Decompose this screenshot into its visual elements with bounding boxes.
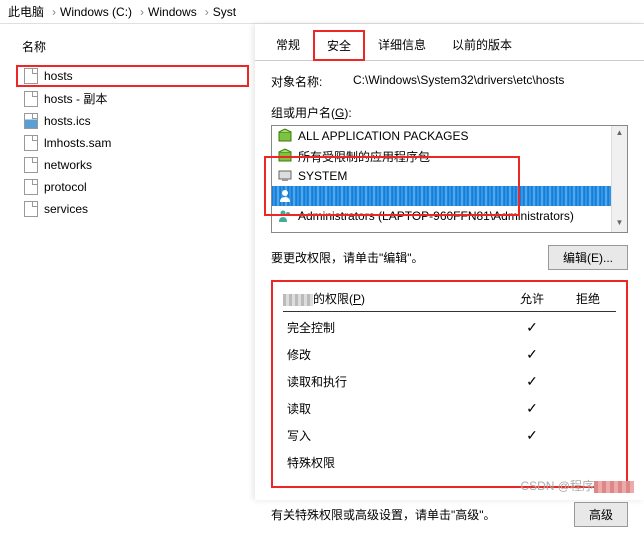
check-icon: ✓ xyxy=(504,400,560,417)
breadcrumb[interactable]: 此电脑 › Windows (C:) › Windows › Syst xyxy=(0,0,644,24)
system-icon xyxy=(276,168,294,184)
perm-row: 读取和执行✓ xyxy=(283,368,616,395)
chevron-right-icon: › xyxy=(140,5,144,19)
file-icon xyxy=(24,91,38,107)
file-item[interactable]: services xyxy=(16,198,249,220)
check-icon: ✓ xyxy=(504,346,560,363)
tab-general[interactable]: 常规 xyxy=(263,30,313,60)
tabs: 常规 安全 详细信息 以前的版本 xyxy=(255,24,644,61)
check-icon: ✓ xyxy=(504,319,560,336)
file-name: hosts.ics xyxy=(44,114,91,128)
perm-row: 读取✓ xyxy=(283,395,616,422)
scroll-down-icon[interactable]: ▼ xyxy=(612,216,627,232)
breadcrumb-item[interactable]: Syst xyxy=(213,5,236,19)
package-icon xyxy=(276,128,294,144)
chevron-right-icon: › xyxy=(205,5,209,19)
properties-panel: 常规 安全 详细信息 以前的版本 对象名称: C:\Windows\System… xyxy=(255,24,644,500)
file-name: networks xyxy=(44,158,92,172)
group-label: Administrators (LAPTOP-960FFN81\Administ… xyxy=(298,209,574,223)
file-tree-panel: 名称 hosts hosts - 副本 hosts.ics lmhosts.sa… xyxy=(0,24,255,500)
allow-header: 允许 xyxy=(504,290,560,307)
breadcrumb-item[interactable]: Windows (C:) xyxy=(60,5,132,19)
perm-row: 写入✓ xyxy=(283,422,616,449)
file-item-hosts[interactable]: hosts xyxy=(16,65,249,87)
perm-row: 完全控制✓ xyxy=(283,314,616,341)
file-name: services xyxy=(44,202,88,216)
group-item[interactable]: ALL APPLICATION PACKAGES xyxy=(272,126,627,146)
file-name: hosts - 副本 xyxy=(44,90,107,107)
permissions-section: 的权限(P) 允许 拒绝 完全控制✓ 修改✓ 读取和执行✓ 读取✓ 写入✓ 特殊… xyxy=(271,280,628,488)
security-tab-content: 对象名称: C:\Windows\System32\drivers\etc\ho… xyxy=(255,61,644,539)
group-label: ALL APPLICATION PACKAGES xyxy=(298,129,469,143)
column-header-name[interactable]: 名称 xyxy=(10,34,255,61)
file-icon xyxy=(24,201,38,217)
tab-details[interactable]: 详细信息 xyxy=(365,30,439,60)
file-item[interactable]: protocol xyxy=(16,176,249,198)
user-name-censored xyxy=(283,294,313,306)
edit-button[interactable]: 编辑(E)... xyxy=(548,245,628,270)
file-item[interactable]: hosts.ics xyxy=(16,110,249,132)
file-name: hosts xyxy=(44,69,73,83)
file-name: protocol xyxy=(44,180,87,194)
object-name-label: 对象名称: xyxy=(271,73,353,90)
scrollbar[interactable]: ▲ ▼ xyxy=(611,126,627,232)
file-name: lmhosts.sam xyxy=(44,136,111,150)
file-icon xyxy=(24,135,38,151)
file-icon xyxy=(24,179,38,195)
file-list: hosts hosts - 副本 hosts.ics lmhosts.sam n… xyxy=(10,61,255,220)
file-icon xyxy=(24,113,38,129)
file-item[interactable]: lmhosts.sam xyxy=(16,132,249,154)
groups-label: 组或用户名(G): xyxy=(271,104,628,121)
chevron-right-icon: › xyxy=(52,5,56,19)
group-item[interactable]: Administrators (LAPTOP-960FFN81\Administ… xyxy=(272,206,627,226)
advanced-hint: 有关特殊权限或高级设置，请单击"高级"。 xyxy=(271,506,496,523)
group-label: 所有受限制的应用程序包 xyxy=(298,148,430,165)
check-icon: ✓ xyxy=(504,373,560,390)
perm-row: 特殊权限 xyxy=(283,449,616,476)
advanced-button[interactable]: 高级 xyxy=(574,502,628,527)
permissions-title: 的权限(P) xyxy=(283,290,504,307)
users-icon xyxy=(276,208,294,224)
group-item[interactable]: SYSTEM xyxy=(272,166,627,186)
tab-security[interactable]: 安全 xyxy=(313,30,365,61)
deny-header: 拒绝 xyxy=(560,290,616,307)
breadcrumb-item[interactable]: Windows xyxy=(148,5,197,19)
file-item[interactable]: networks xyxy=(16,154,249,176)
user-icon xyxy=(276,188,294,204)
check-icon: ✓ xyxy=(504,427,560,444)
object-name-value: C:\Windows\System32\drivers\etc\hosts xyxy=(353,73,628,90)
package-icon xyxy=(276,148,294,164)
file-icon xyxy=(24,68,38,84)
edit-hint: 要更改权限，请单击"编辑"。 xyxy=(271,249,424,266)
file-icon xyxy=(24,157,38,173)
group-item[interactable]: 所有受限制的应用程序包 xyxy=(272,146,627,166)
group-item-selected[interactable] xyxy=(272,186,627,206)
groups-listbox[interactable]: ALL APPLICATION PACKAGES 所有受限制的应用程序包 SYS… xyxy=(271,125,628,233)
breadcrumb-item[interactable]: 此电脑 xyxy=(8,3,44,20)
group-label: SYSTEM xyxy=(298,169,347,183)
tab-previous-versions[interactable]: 以前的版本 xyxy=(439,30,525,60)
perm-row: 修改✓ xyxy=(283,341,616,368)
watermark: CSDN @程序 xyxy=(520,477,634,494)
scroll-up-icon[interactable]: ▲ xyxy=(612,126,627,142)
file-item[interactable]: hosts - 副本 xyxy=(16,87,249,110)
